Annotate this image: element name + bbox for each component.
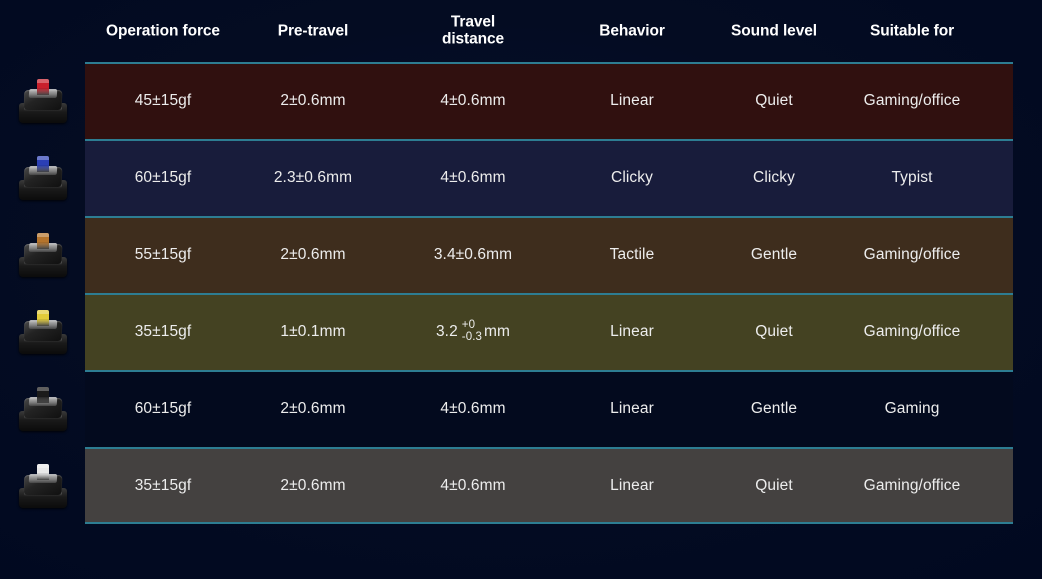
cell-travel-distance: 4±0.6mm	[440, 168, 506, 186]
cell-operation-force: 60±15gf	[134, 399, 192, 417]
cell-suitable-for: Gaming	[884, 399, 940, 417]
blue-switch-icon	[0, 139, 85, 216]
column-header-operation-force: Operation force	[106, 22, 220, 40]
table-row[interactable]: 45±15gf 2±0.6mm 4±0.6mm Linear Quiet Gaming/o…	[0, 62, 1042, 139]
cell-sound-level: Quiet	[755, 322, 793, 340]
column-header-travel-distance: Travel distance	[441, 13, 505, 48]
travel-distance-base: 3.2	[435, 322, 458, 340]
cell-pre-travel: 1±0.1mm	[280, 322, 346, 340]
brown-switch-icon	[0, 216, 85, 293]
cell-pre-travel: 2±0.6mm	[280, 399, 346, 417]
table-body: 45±15gf 2±0.6mm 4±0.6mm Linear Quiet Gaming/o…	[0, 62, 1042, 524]
cell-operation-force: 45±15gf	[134, 91, 192, 109]
table-row[interactable]: 35±15gf 1±0.1mm 3.2 +0 -0.3 mm Linear Quiet Gami…	[0, 293, 1042, 370]
black-switch-icon	[0, 370, 85, 447]
cell-suitable-for: Gaming/office	[863, 245, 961, 263]
cell-behavior: Linear	[610, 91, 654, 109]
cell-suitable-for: Gaming/office	[863, 91, 961, 109]
table-row[interactable]: 60±15gf 2±0.6mm 4±0.6mm Linear Gentle Gaming	[0, 370, 1042, 447]
cell-travel-distance: 3.2 +0 -0.3 mm	[398, 318, 548, 343]
cell-behavior: Tactile	[609, 245, 655, 263]
cell-pre-travel: 2±0.6mm	[280, 476, 346, 494]
column-header-sound-level: Sound level	[731, 22, 817, 40]
column-header-suitable-for: Suitable for	[869, 22, 955, 40]
cell-sound-level: Quiet	[755, 476, 793, 494]
cell-suitable-for: Gaming/office	[863, 476, 961, 494]
cell-travel-distance: 4±0.6mm	[440, 399, 506, 417]
cell-behavior: Clicky	[611, 168, 653, 186]
cell-operation-force: 60±15gf	[134, 168, 192, 186]
cell-behavior: Linear	[610, 322, 654, 340]
cell-pre-travel: 2±0.6mm	[280, 245, 346, 263]
table-header-row: Operation force Pre-travel Travel distance…	[0, 0, 1042, 62]
cell-suitable-for: Gaming/office	[863, 322, 961, 340]
cell-suitable-for: Typist	[891, 168, 933, 186]
travel-distance-tolerance: +0 -0.3	[462, 318, 482, 342]
silver-switch-icon	[0, 447, 85, 524]
red-switch-icon	[0, 62, 85, 139]
column-header-behavior: Behavior	[599, 22, 665, 40]
cell-travel-distance: 3.4±0.6mm	[433, 245, 513, 263]
cell-travel-distance: 4±0.6mm	[440, 476, 506, 494]
table-row[interactable]: 35±15gf 2±0.6mm 4±0.6mm Linear Quiet Gaming/o…	[0, 447, 1042, 524]
cell-sound-level: Quiet	[755, 91, 793, 109]
switch-comparison-page: Operation force Pre-travel Travel distance…	[0, 0, 1042, 579]
tolerance-lower: -0.3	[461, 330, 483, 343]
cell-sound-level: Gentle	[750, 399, 798, 417]
table-row[interactable]: 55±15gf 2±0.6mm 3.4±0.6mm Tactile Gentle Gami…	[0, 216, 1042, 293]
cell-operation-force: 35±15gf	[134, 476, 192, 494]
travel-distance-unit: mm	[484, 322, 511, 340]
cell-behavior: Linear	[610, 476, 654, 494]
table-row[interactable]: 60±15gf 2.3±0.6mm 4±0.6mm Clicky Clicky Typis…	[0, 139, 1042, 216]
cell-sound-level: Clicky	[753, 168, 795, 186]
cell-travel-distance: 4±0.6mm	[440, 91, 506, 109]
yellow-switch-icon	[0, 293, 85, 370]
cell-behavior: Linear	[610, 399, 654, 417]
cell-operation-force: 55±15gf	[134, 245, 192, 263]
tolerance-upper: +0	[461, 318, 476, 331]
cell-pre-travel: 2±0.6mm	[280, 91, 346, 109]
cell-sound-level: Gentle	[750, 245, 798, 263]
cell-pre-travel: 2.3±0.6mm	[273, 168, 353, 186]
column-header-pre-travel: Pre-travel	[277, 22, 349, 40]
cell-operation-force: 35±15gf	[134, 322, 192, 340]
